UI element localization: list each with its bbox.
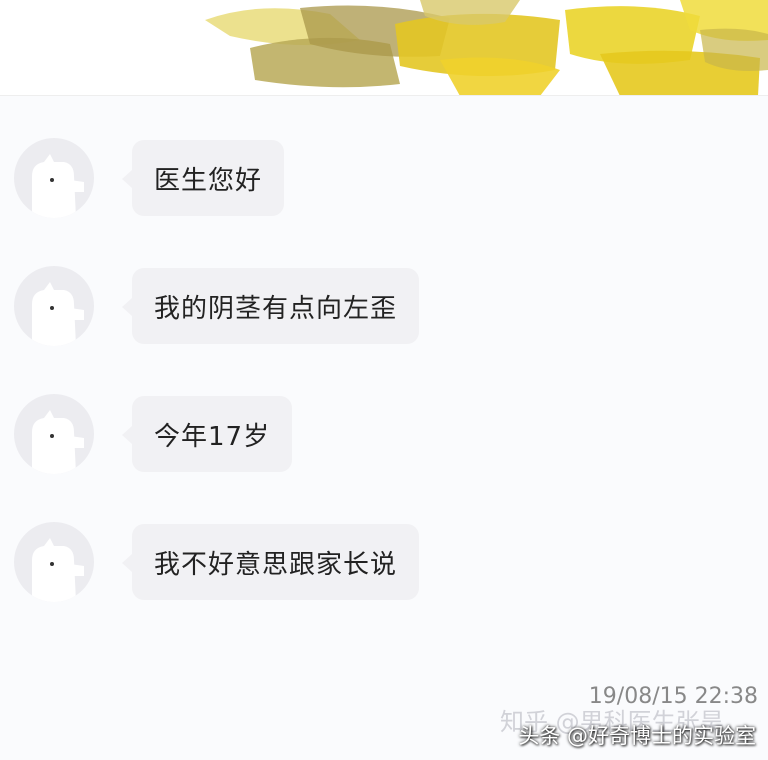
paint-decoration — [205, 0, 768, 95]
message-text: 今年17岁 — [154, 421, 271, 452]
message-bubble: 今年17岁 — [121, 396, 293, 472]
avatar[interactable] — [14, 266, 94, 346]
toutiao-watermark: 头条 @好奇博士的实验室 — [518, 724, 756, 748]
cat-silhouette-icon — [32, 538, 84, 602]
avatar[interactable] — [14, 522, 94, 602]
message-text: 我的阴茎有点向左歪 — [154, 293, 398, 324]
chat-message: 我不好意思跟家长说 — [0, 522, 768, 612]
message-text: 医生您好 — [154, 165, 263, 196]
cat-silhouette-icon — [32, 154, 84, 218]
chat-message: 我的阴茎有点向左歪 — [0, 266, 768, 356]
cat-silhouette-icon — [32, 410, 84, 474]
message-bubble: 医生您好 — [121, 140, 285, 216]
message-text: 我不好意思跟家长说 — [154, 549, 398, 580]
header-banner — [0, 0, 768, 96]
chat-message: 医生您好 — [0, 138, 768, 228]
avatar[interactable] — [14, 138, 94, 218]
message-bubble: 我的阴茎有点向左歪 — [121, 268, 420, 344]
chat-message: 今年17岁 — [0, 394, 768, 484]
message-bubble: 我不好意思跟家长说 — [121, 524, 420, 600]
avatar[interactable] — [14, 394, 94, 474]
cat-silhouette-icon — [32, 282, 84, 346]
